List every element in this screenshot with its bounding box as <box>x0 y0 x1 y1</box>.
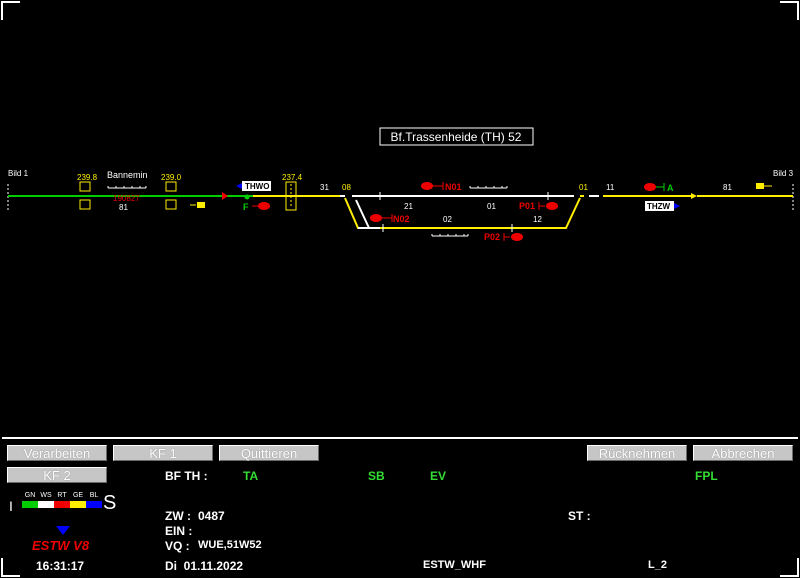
right-link-bild3[interactable]: Bild 3 <box>773 169 794 178</box>
svg-text:21: 21 <box>404 202 413 211</box>
svg-text:239.8: 239.8 <box>77 173 98 182</box>
quittieren-button[interactable]: Quittieren <box>219 445 319 461</box>
fpl-indicator: FPL <box>695 469 718 483</box>
level-label: L_2 <box>648 559 667 571</box>
brand-label: ESTW V8 <box>32 538 90 553</box>
ein-label: EIN : <box>165 524 193 538</box>
right-shunt-signal-icon <box>756 183 764 189</box>
svg-text:01: 01 <box>579 183 588 192</box>
track-lower <box>344 197 581 229</box>
zw-label: ZW : <box>165 509 191 523</box>
svg-text:190827: 190827 <box>113 194 140 203</box>
svg-text:239.0: 239.0 <box>161 173 182 182</box>
date-label: Di 01.11.2022 <box>165 559 244 573</box>
zw-value: 0487 <box>198 509 225 523</box>
svg-text:31: 31 <box>320 183 329 192</box>
svg-text:P01: P01 <box>519 201 535 211</box>
vq-value: WUE,51W52 <box>198 539 262 551</box>
kf2-button[interactable]: KF 2 <box>7 467 107 483</box>
p01-signal-icon[interactable] <box>546 202 558 210</box>
sb-indicator: SB <box>368 469 385 483</box>
i-label: I <box>9 498 13 514</box>
abbrechen-button[interactable]: Abbrechen <box>693 445 793 461</box>
system-label: ESTW_WHF <box>423 559 486 571</box>
track-schematic: Bf.Trassenheide (TH) 52 Bild 1 Bild 3 23… <box>7 127 794 242</box>
n01-signal-icon[interactable] <box>421 182 433 190</box>
vq-label: VQ : <box>165 539 190 553</box>
f-signal-label: F <box>243 202 249 212</box>
svg-text:01: 01 <box>487 202 496 211</box>
svg-text:08: 08 <box>342 183 351 192</box>
ruecknehmen-button[interactable]: Rücknehmen <box>587 445 687 461</box>
svg-text:02: 02 <box>443 215 452 224</box>
ta-indicator: TA <box>243 469 259 483</box>
svg-text:11: 11 <box>606 183 615 192</box>
s-label: S <box>103 492 117 514</box>
svg-text:81: 81 <box>119 203 128 212</box>
ev-indicator: EV <box>430 469 447 483</box>
f-signal-icon[interactable] <box>258 202 270 210</box>
direction-arrow-left-icon <box>236 183 242 189</box>
thzw-label: THZW <box>647 202 671 211</box>
p02-signal-icon[interactable] <box>511 233 523 241</box>
bf-th-label: BF TH : <box>165 469 208 483</box>
svg-text:P02: P02 <box>484 232 500 242</box>
svg-text:81: 81 <box>723 183 732 192</box>
thwo-label: THWO <box>245 182 269 191</box>
left-link-bild1[interactable]: Bild 1 <box>8 169 29 178</box>
shunt-signal-icon <box>197 202 205 208</box>
svg-text:A: A <box>667 183 674 193</box>
st-label: ST : <box>568 509 591 523</box>
station-title: Bf.Trassenheide (TH) 52 <box>391 130 522 144</box>
clock-time: 16:31:17 <box>36 559 85 573</box>
color-legend: GN WS RT GE BL <box>22 492 102 508</box>
svg-text:237.4: 237.4 <box>282 173 303 182</box>
verarbeiten-button[interactable]: Verarbeiten <box>7 445 107 461</box>
bannemin-label: Bannemin <box>107 170 148 180</box>
svg-text:N02: N02 <box>393 214 410 224</box>
route-arrow-right-icon <box>222 192 228 200</box>
svg-text:12: 12 <box>533 215 542 224</box>
a-signal-icon[interactable] <box>644 183 656 191</box>
svg-text:N01: N01 <box>445 182 462 192</box>
down-arrow-icon <box>56 526 70 535</box>
n02-signal-icon[interactable] <box>370 214 382 222</box>
direction-arrow-right-icon <box>674 203 680 209</box>
kf1-button[interactable]: KF 1 <box>113 445 213 461</box>
